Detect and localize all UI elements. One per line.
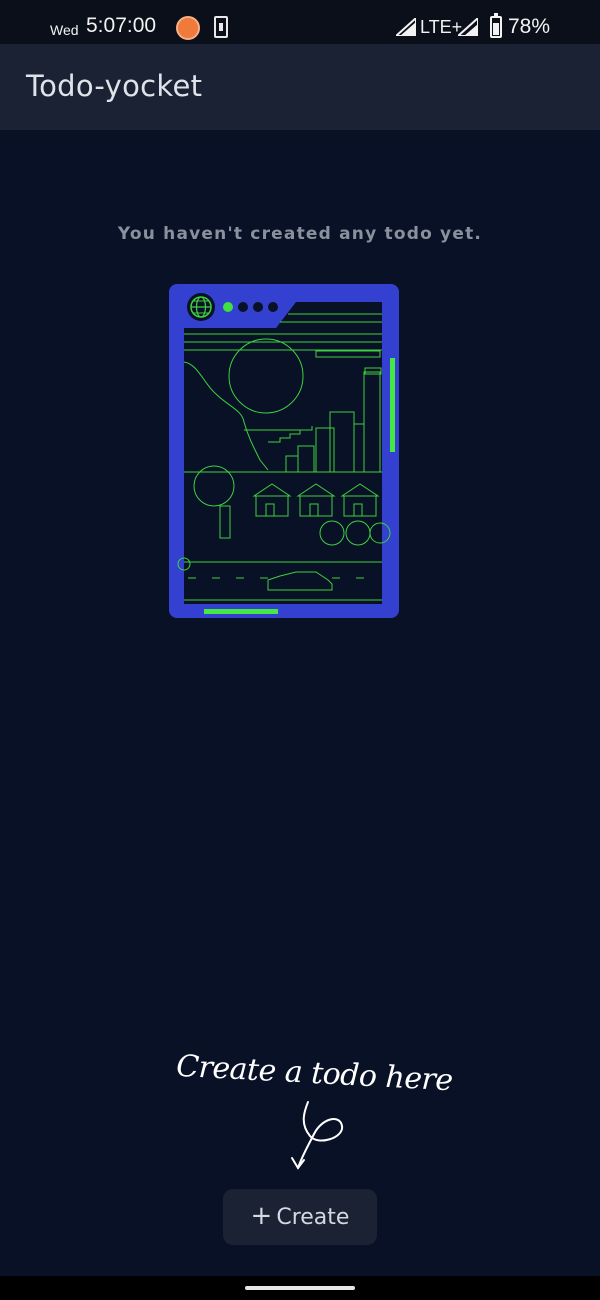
app-screen: Wed 5:07:00 LTE+ 78% Todo-yocket You hav…	[0, 0, 600, 1300]
signal-icon	[396, 18, 416, 36]
create-todo-button[interactable]: + Create	[223, 1189, 377, 1245]
network-type: LTE+	[420, 17, 463, 37]
home-indicator[interactable]	[245, 1286, 355, 1290]
status-day: Wed	[50, 22, 79, 38]
battery-percentage: 78%	[508, 15, 551, 38]
status-bar: Wed 5:07:00 LTE+ 78%	[0, 0, 600, 44]
battery-icon	[490, 13, 502, 38]
create-button-label: Create	[276, 1204, 350, 1230]
empty-state-illustration	[169, 284, 399, 618]
create-hint-text: Create a todo here	[175, 1048, 454, 1099]
signal-icon-secondary	[458, 18, 478, 36]
status-time: 5:07:00	[86, 14, 157, 37]
empty-state-message: You haven't created any todo yet.	[117, 224, 483, 244]
sim-notification-icon	[214, 16, 228, 38]
app-notification-icon	[176, 16, 200, 40]
navigation-bar	[0, 1276, 600, 1300]
hint-arrow-icon	[291, 1101, 343, 1170]
app-title: Todo-yocket	[26, 69, 203, 103]
plus-icon: +	[250, 1201, 273, 1231]
app-bar: Todo-yocket	[0, 44, 600, 130]
